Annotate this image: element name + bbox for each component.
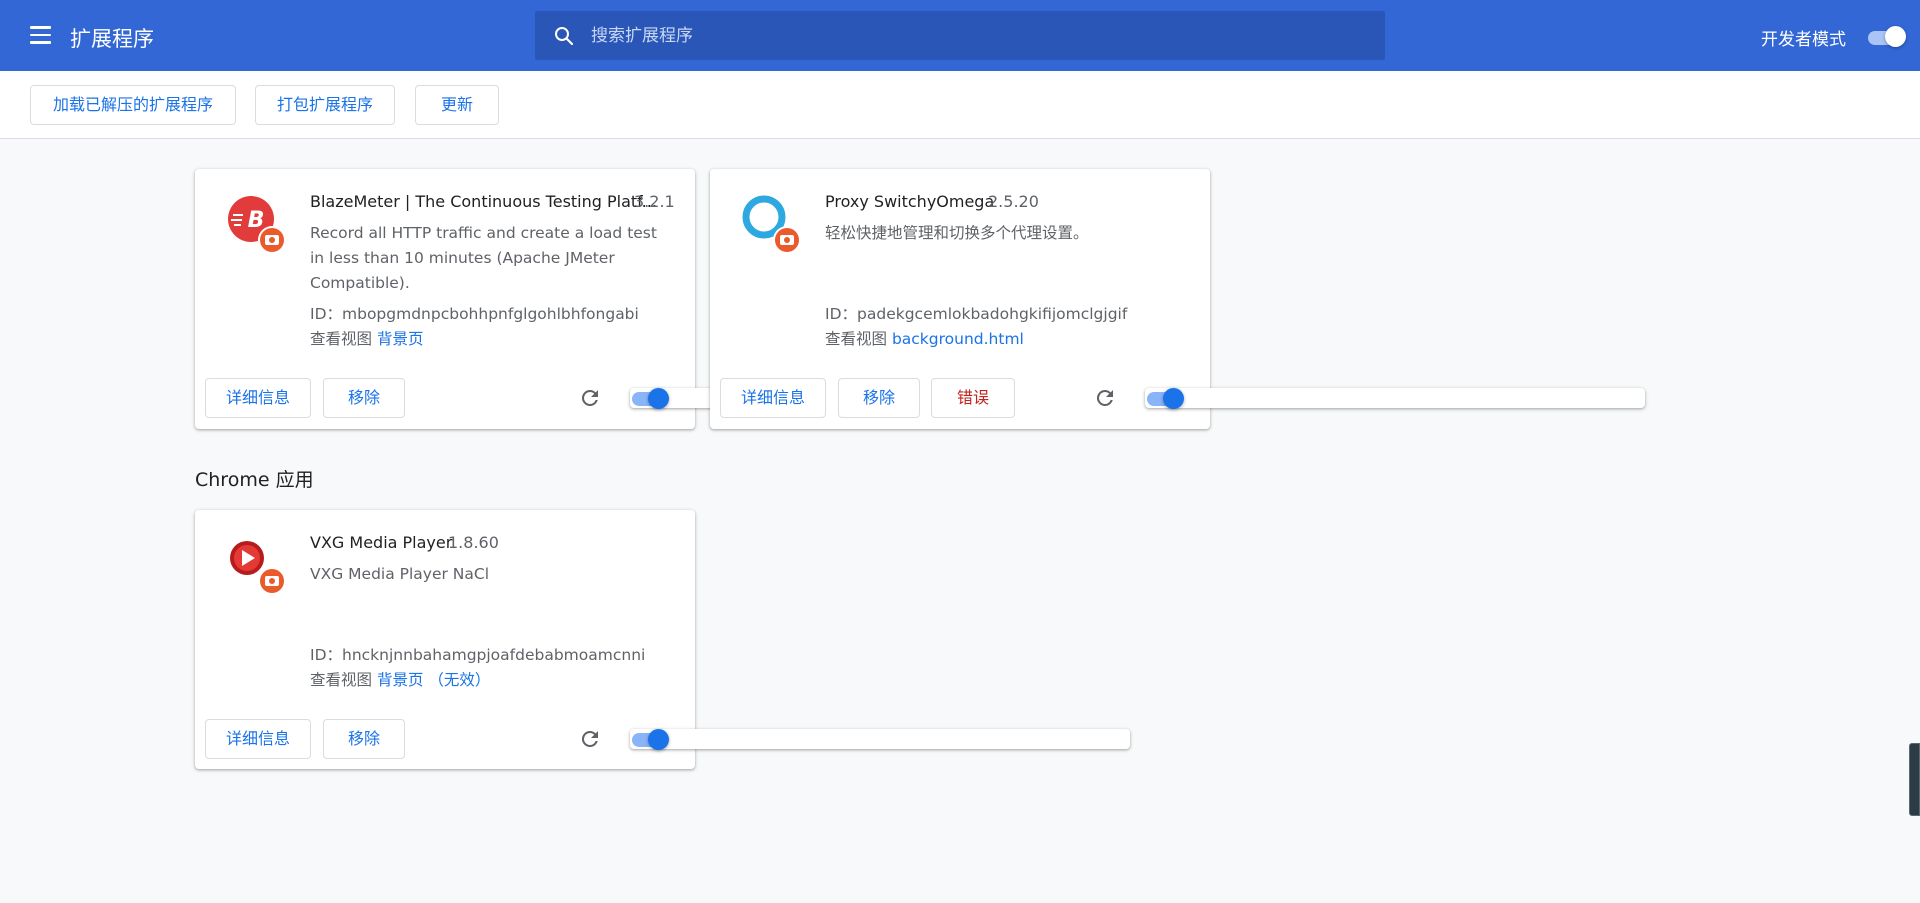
pack-extension-button[interactable]: 打包扩展程序 [255,85,395,125]
load-unpacked-button[interactable]: 加载已解压的扩展程序 [30,85,236,125]
background-page-link[interactable]: 背景页 [377,671,424,689]
errors-button[interactable]: 错误 [931,378,1015,418]
details-button[interactable]: 详细信息 [720,378,826,418]
background-html-link[interactable]: background.html [892,330,1024,348]
search-input[interactable] [591,11,1361,60]
extension-description: 轻松快捷地管理和切换多个代理设置。 [825,224,1089,242]
remove-button[interactable]: 移除 [838,378,920,418]
extension-card: Proxy SwitchyOmega 2.5.20 轻松快捷地管理和切换多个代理… [710,169,1645,429]
background-page-link[interactable]: 背景页 [377,330,424,348]
app-card: VXG Media Player 1.8.60 VXG Media Player… [195,510,1130,769]
extension-id: ID：mbopgmdnpcbohhpnfglgohlbhfongabi [310,305,639,323]
extension-description: Record all HTTP traffic and create a loa… [310,224,657,292]
update-button[interactable]: 更新 [415,85,499,125]
app-id: ID：hncknjnnbahamgpjoafdebabmoamcnni [310,646,646,664]
extension-name: BlazeMeter | The Continuous Testing Plat… [310,192,657,211]
extension-version: 2.5.20 [988,192,1039,211]
menu-icon[interactable] [30,26,54,46]
search-icon[interactable] [552,24,576,48]
reload-icon[interactable] [578,727,602,751]
inspect-views: 查看视图 背景页 （无效） [310,671,491,689]
svg-text:B: B [248,208,265,233]
developer-mode-label: 开发者模式 [1761,30,1846,50]
search-box[interactable] [535,11,1385,60]
app-version: 1.8.60 [448,533,499,552]
inspect-views: 查看视图 背景页 [310,330,424,348]
blazemeter-icon: B [228,196,286,254]
enable-toggle[interactable] [630,729,1130,750]
page-title: 扩展程序 [70,27,154,51]
enable-toggle[interactable] [1145,388,1645,409]
inactive-label: （无效） [428,671,491,689]
app-name: VXG Media Player [310,533,453,552]
section-title-chrome-apps: Chrome 应用 [195,469,314,491]
developer-mode-toggle[interactable] [1866,26,1906,47]
app-description: VXG Media Player NaCl [310,565,490,583]
vxg-player-icon [230,541,286,595]
switchyomega-icon [742,195,801,254]
extension-card: B BlazeMeter | The Continuous Testing Pl… [195,169,1130,429]
extension-version: 3.2.1 [634,192,675,211]
reload-icon[interactable] [1093,386,1117,410]
remove-button[interactable]: 移除 [323,719,405,759]
scrollbar-thumb[interactable] [1909,743,1920,816]
inspect-views: 查看视图 background.html [825,330,1024,348]
details-button[interactable]: 详细信息 [205,719,311,759]
top-bar: 扩展程序 开发者模式 [0,0,1920,71]
details-button[interactable]: 详细信息 [205,378,311,418]
extension-name: Proxy SwitchyOmega [825,192,995,211]
remove-button[interactable]: 移除 [323,378,405,418]
developer-toolbar: 加载已解压的扩展程序 打包扩展程序 更新 [0,71,1920,139]
extension-id: ID：padekgcemlokbadohgkifijomclgjgif [825,305,1128,323]
reload-icon[interactable] [578,386,602,410]
